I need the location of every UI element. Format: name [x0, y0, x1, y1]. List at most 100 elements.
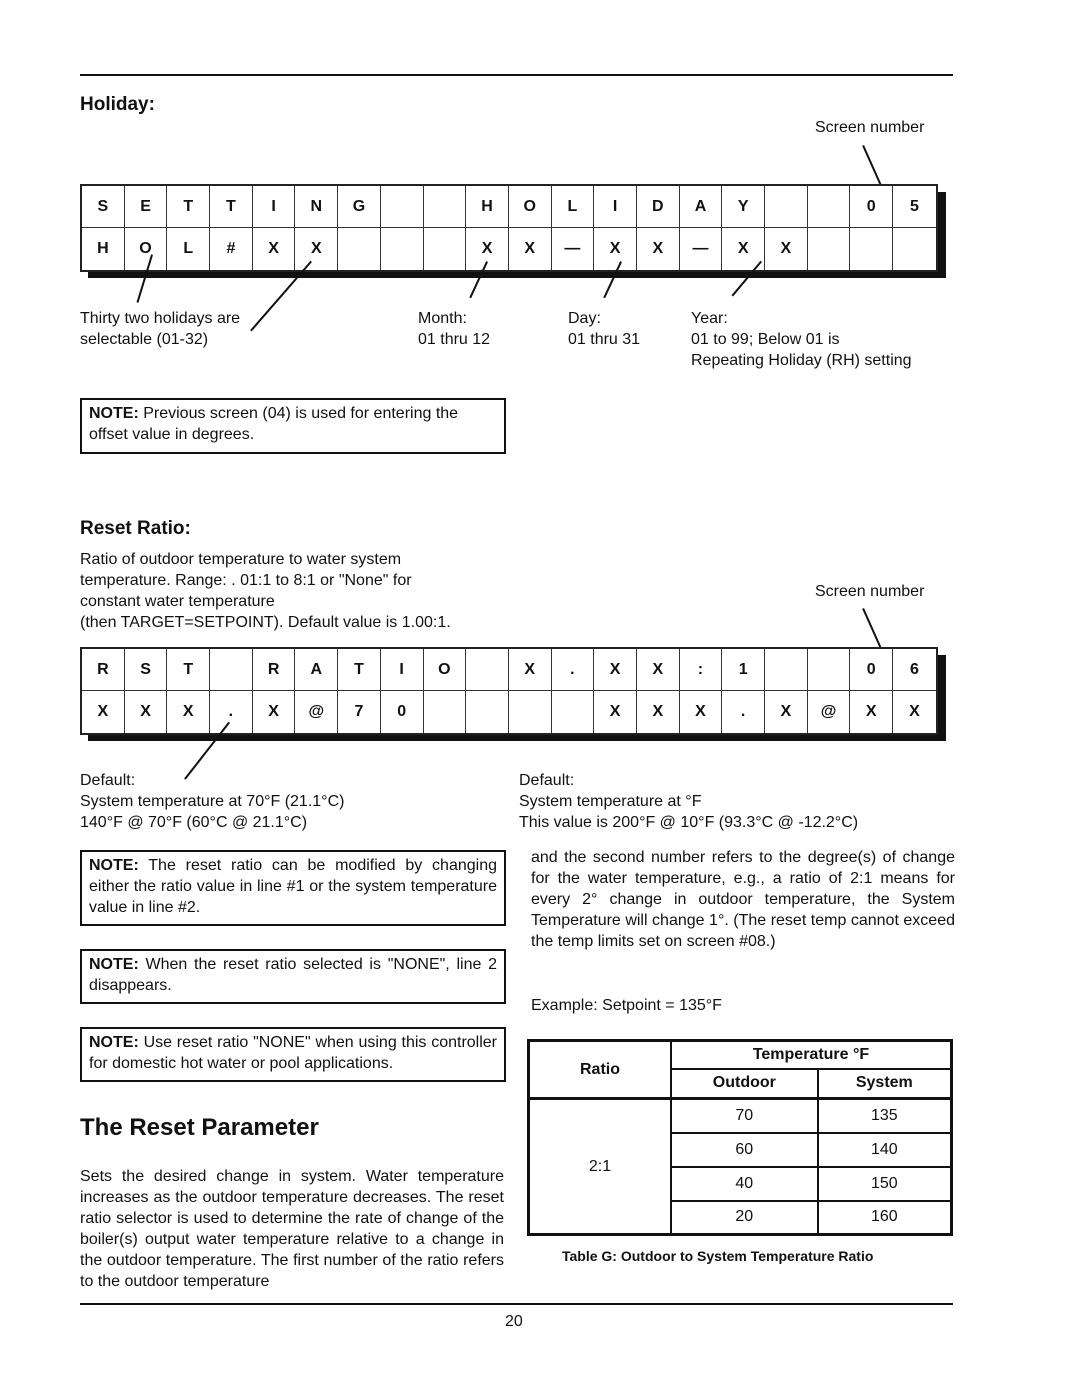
reset-note-1: NOTE: The reset ratio can be modified by… [80, 850, 506, 926]
description-line-1: Ratio of outdoor temperature to water sy… [80, 551, 402, 568]
lcd-cell [807, 649, 851, 691]
day-annotation: Day: 01 thru 31 [568, 308, 640, 350]
default-right-line-3: This value is 200°F @ 10°F (93.3°C @ -12… [519, 814, 859, 831]
day-line-2: 01 thru 31 [568, 331, 641, 348]
lcd-cell: : [679, 649, 723, 691]
year-line-3: Repeating Holiday (RH) setting [691, 352, 912, 369]
default-left-line-2: System temperature at 70°F (21.1°C) [80, 793, 345, 810]
bottom-rule [80, 1303, 953, 1305]
lcd-cell [765, 649, 808, 691]
lcd-cell: X [636, 649, 680, 691]
lcd-cell: O [125, 228, 168, 270]
lcd-cell: Y [722, 186, 765, 228]
page-number: 20 [505, 1313, 523, 1330]
ratio-cell: 2:1 [527, 1097, 672, 1236]
lcd-cell [509, 691, 552, 733]
default-left: Default: System temperature at 70°F (21.… [80, 770, 344, 833]
holidays-annotation: Thirty two holidays are selectable (01-3… [80, 308, 240, 350]
lcd-cell [424, 228, 467, 270]
lcd-cell: — [552, 228, 595, 270]
lcd-cell: X [253, 691, 296, 733]
holidays-line-1: Thirty two holidays are [80, 310, 241, 327]
holiday-heading: Holiday: [80, 94, 155, 115]
year-line-2: 01 to 99; Below 01 is [691, 331, 840, 348]
holidays-line-2: selectable (01-32) [80, 331, 209, 348]
lcd-cell [807, 186, 851, 228]
lcd-cell [338, 228, 381, 270]
default-left-line-1: Default: [80, 772, 136, 789]
lcd-cell: R [252, 649, 296, 691]
system-cell: 140 [816, 1131, 953, 1168]
note-label: NOTE: [89, 857, 139, 874]
lcd-cell: . [722, 691, 765, 733]
reset-ratio-description: Ratio of outdoor temperature to water sy… [80, 549, 451, 633]
lcd-cell: I [380, 649, 424, 691]
description-line-2: temperature. Range: . 01:1 to 8:1 or "No… [80, 572, 412, 589]
top-rule [80, 74, 953, 76]
header-ratio: Ratio [527, 1039, 672, 1100]
lcd-cell [552, 691, 595, 733]
lcd-cell [893, 228, 936, 270]
month-annotation: Month: 01 thru 12 [418, 308, 490, 350]
system-cell: 135 [816, 1097, 953, 1134]
table-row: 2:1 70 135 [527, 1097, 953, 1236]
lcd-cell: . [551, 649, 595, 691]
reset-parameter-heading: The Reset Parameter [80, 1114, 319, 1141]
lcd-cell: — [680, 228, 723, 270]
lcd-cell: X [909, 703, 920, 720]
lcd-cell: 1 [722, 649, 765, 691]
temperature-ratio-table: Ratio Temperature °F Outdoor System 2:1 … [527, 1039, 953, 1236]
system-cell: 150 [816, 1165, 953, 1202]
header-system: System [816, 1067, 953, 1100]
lcd-cell: X [509, 228, 552, 270]
lcd-cell: R [82, 649, 125, 691]
lcd-cell [808, 228, 851, 270]
lcd-cell: H [82, 228, 125, 270]
outdoor-cell: 70 [670, 1097, 819, 1134]
reset-screen-number-label: Screen number [815, 583, 925, 600]
note-text: Previous screen (04) is used for enterin… [89, 405, 459, 443]
lcd-cell: 0 [850, 649, 894, 691]
month-line-2: 01 thru 12 [418, 331, 491, 348]
lcd-cell: @ [808, 691, 851, 733]
lcd-cell: D [636, 186, 680, 228]
header-temperature: Temperature °F [670, 1039, 953, 1070]
day-line-1: Day: [568, 310, 601, 327]
holiday-screen-number-label: Screen number [815, 119, 925, 136]
holiday-lcd-display: S E T T I N G H O L I D A Y 0 5 H O L # X X X X — X X — X X [80, 184, 938, 272]
lcd-cell: X [680, 691, 723, 733]
lcd-cell: 0 [381, 691, 424, 733]
lcd-cell: S [82, 186, 125, 228]
lcd-cell: S [124, 649, 168, 691]
lcd-cell: T [210, 186, 253, 228]
lcd-cell: E [124, 186, 168, 228]
lcd-cell [765, 186, 808, 228]
lcd-cell: X [295, 228, 339, 270]
lcd-cell: 5 [893, 186, 936, 228]
ratio-explanation-paragraph: and the second number refers to the degr… [531, 849, 955, 950]
lcd-cell: T [167, 649, 211, 691]
reset-ratio-lcd-display: R S T R A T I O X. X X:1 0 6 X X X. X @7 0 X X X. X @ X X [80, 647, 938, 735]
lcd-cell: X [594, 691, 637, 733]
reset-note-3: NOTE: Use reset ratio "NONE" when using … [80, 1027, 506, 1082]
description-line-3: constant water temperature [80, 593, 275, 610]
lcd-cell: X [850, 691, 894, 733]
lcd-cell: A [295, 649, 339, 691]
lcd-cell: I [252, 186, 296, 228]
default-right-line-2: System temperature at °F [519, 793, 702, 810]
lcd-cell: # [210, 228, 253, 270]
note-text: Use reset ratio "NONE" when using this c… [89, 1034, 497, 1072]
reset-note-2: NOTE: When the reset ratio selected is "… [80, 949, 506, 1004]
outdoor-cell: 40 [670, 1165, 819, 1202]
header-outdoor: Outdoor [670, 1067, 819, 1100]
lcd-cell [850, 228, 894, 270]
lcd-cell: O [508, 186, 552, 228]
lcd-cell: X [82, 691, 125, 733]
lcd-cell: @ [295, 691, 339, 733]
lcd-cell: T [167, 186, 211, 228]
outdoor-cell: 60 [670, 1131, 819, 1168]
lcd-cell [380, 186, 424, 228]
note-label: NOTE: [89, 956, 139, 973]
lcd-cell [424, 691, 467, 733]
lcd-cell: X [765, 228, 808, 270]
